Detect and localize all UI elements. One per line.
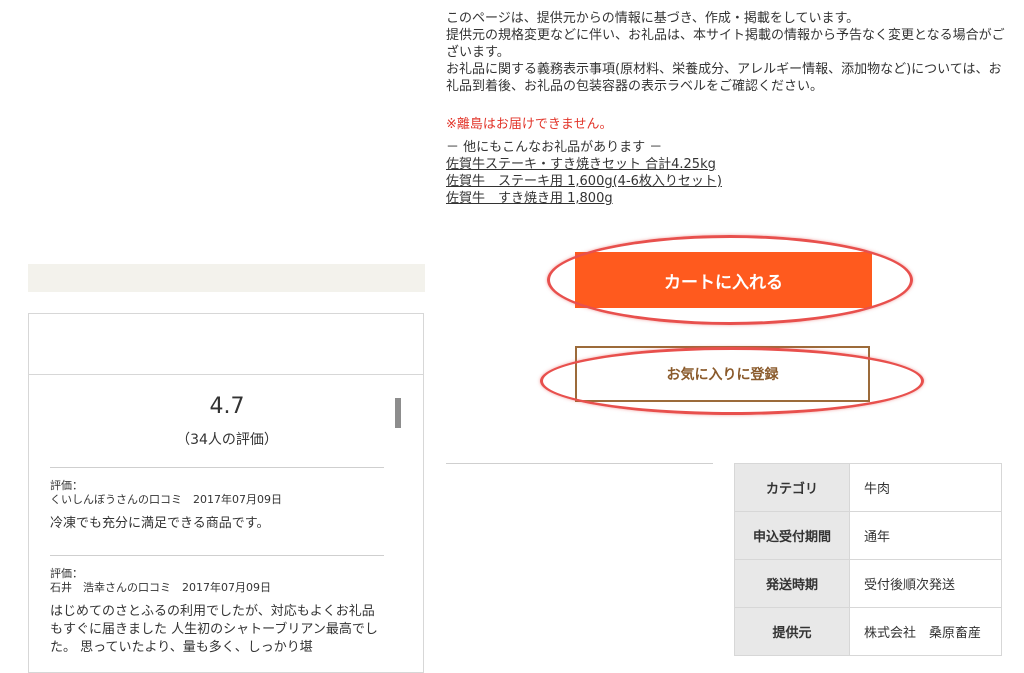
info-row-category: カテゴリ 牛肉 — [734, 463, 1002, 512]
review-item: 評価： 石井 浩幸さんの口コミ 2017年07月09日 はじめてのさとふるの利用… — [50, 555, 384, 657]
info-key: 申込受付期間 — [734, 511, 850, 560]
section-bar — [28, 264, 425, 292]
info-row-provider: 提供元 株式会社 桑原畜産 — [734, 607, 1002, 656]
add-to-favorites-button[interactable]: お気に入りに登録 — [575, 346, 870, 402]
review-divider — [50, 555, 384, 556]
info-value: 株式会社 桑原畜産 — [849, 607, 1002, 656]
info-row-shipping: 発送時期 受付後順次発送 — [734, 559, 1002, 608]
info-row-period: 申込受付期間 通年 — [734, 511, 1002, 560]
review-scrollbar[interactable] — [395, 398, 401, 428]
review-item: 評価： くいしんぼうさんの口コミ 2017年07月09日 冷凍でも充分に満足でき… — [50, 467, 384, 533]
related-link-steak-sukiyaki[interactable]: 佐賀牛ステーキ・すき焼きセット 合計4.25kg — [446, 156, 722, 173]
notice-line: 提供元の規格変更などに伴い、お礼品は、本サイト掲載の情報から予告なく変更となる場… — [446, 28, 1005, 60]
info-value: 牛肉 — [849, 463, 1002, 512]
related-link-steak[interactable]: 佐賀牛 ステーキ用 1,600g(4-6枚入りセット) — [446, 173, 722, 190]
notice-line: お礼品に関する義務表示事項(原材料、栄養成分、アレルギー情報、添加物など)につい… — [446, 62, 1002, 94]
info-value: 通年 — [849, 511, 1002, 560]
notice-line: このページは、提供元からの情報に基づき、作成・掲載をしています。 — [446, 11, 860, 26]
review-rating-label: 評価： — [50, 567, 83, 580]
add-to-cart-button[interactable]: カートに入れる — [575, 252, 872, 308]
product-notice: このページは、提供元からの情報に基づき、作成・掲載をしています。 提供元の規格変… — [446, 10, 1011, 95]
review-meta: 石井 浩幸さんの口コミ 2017年07月09日 — [50, 581, 271, 594]
section-divider — [446, 463, 713, 464]
related-heading: － 他にもこんなお礼品があります － — [446, 140, 663, 155]
island-warning: ※離島はお届けできません。 — [446, 117, 613, 132]
info-key: 提供元 — [734, 607, 850, 656]
info-value: 受付後順次発送 — [849, 559, 1002, 608]
review-divider — [50, 467, 384, 468]
review-panel: 4.7 （34人の評価） 評価： くいしんぼうさんの口コミ 2017年07月09… — [28, 313, 424, 673]
review-body: 冷凍でも充分に満足できる商品です。 — [50, 516, 270, 531]
review-count: （34人の評価） — [176, 432, 278, 448]
related-link-sukiyaki[interactable]: 佐賀牛 すき焼き用 1,800g — [446, 190, 722, 207]
info-key: 発送時期 — [734, 559, 850, 608]
review-meta: くいしんぼうさんの口コミ 2017年07月09日 — [50, 493, 282, 506]
related-products: － 他にもこんなお礼品があります － 佐賀牛ステーキ・すき焼きセット 合計4.2… — [446, 139, 722, 207]
review-rating-label: 評価： — [50, 479, 83, 492]
info-key: カテゴリ — [734, 463, 850, 512]
review-panel-header — [29, 314, 423, 375]
product-info-table: カテゴリ 牛肉 申込受付期間 通年 発送時期 受付後順次発送 提供元 株式会社 … — [734, 463, 1002, 656]
review-body: はじめてのさとふるの利用でしたが、対応もよくお礼品もすぐに届きました 人生初のシ… — [50, 604, 378, 655]
review-score: 4.7 — [209, 394, 245, 419]
